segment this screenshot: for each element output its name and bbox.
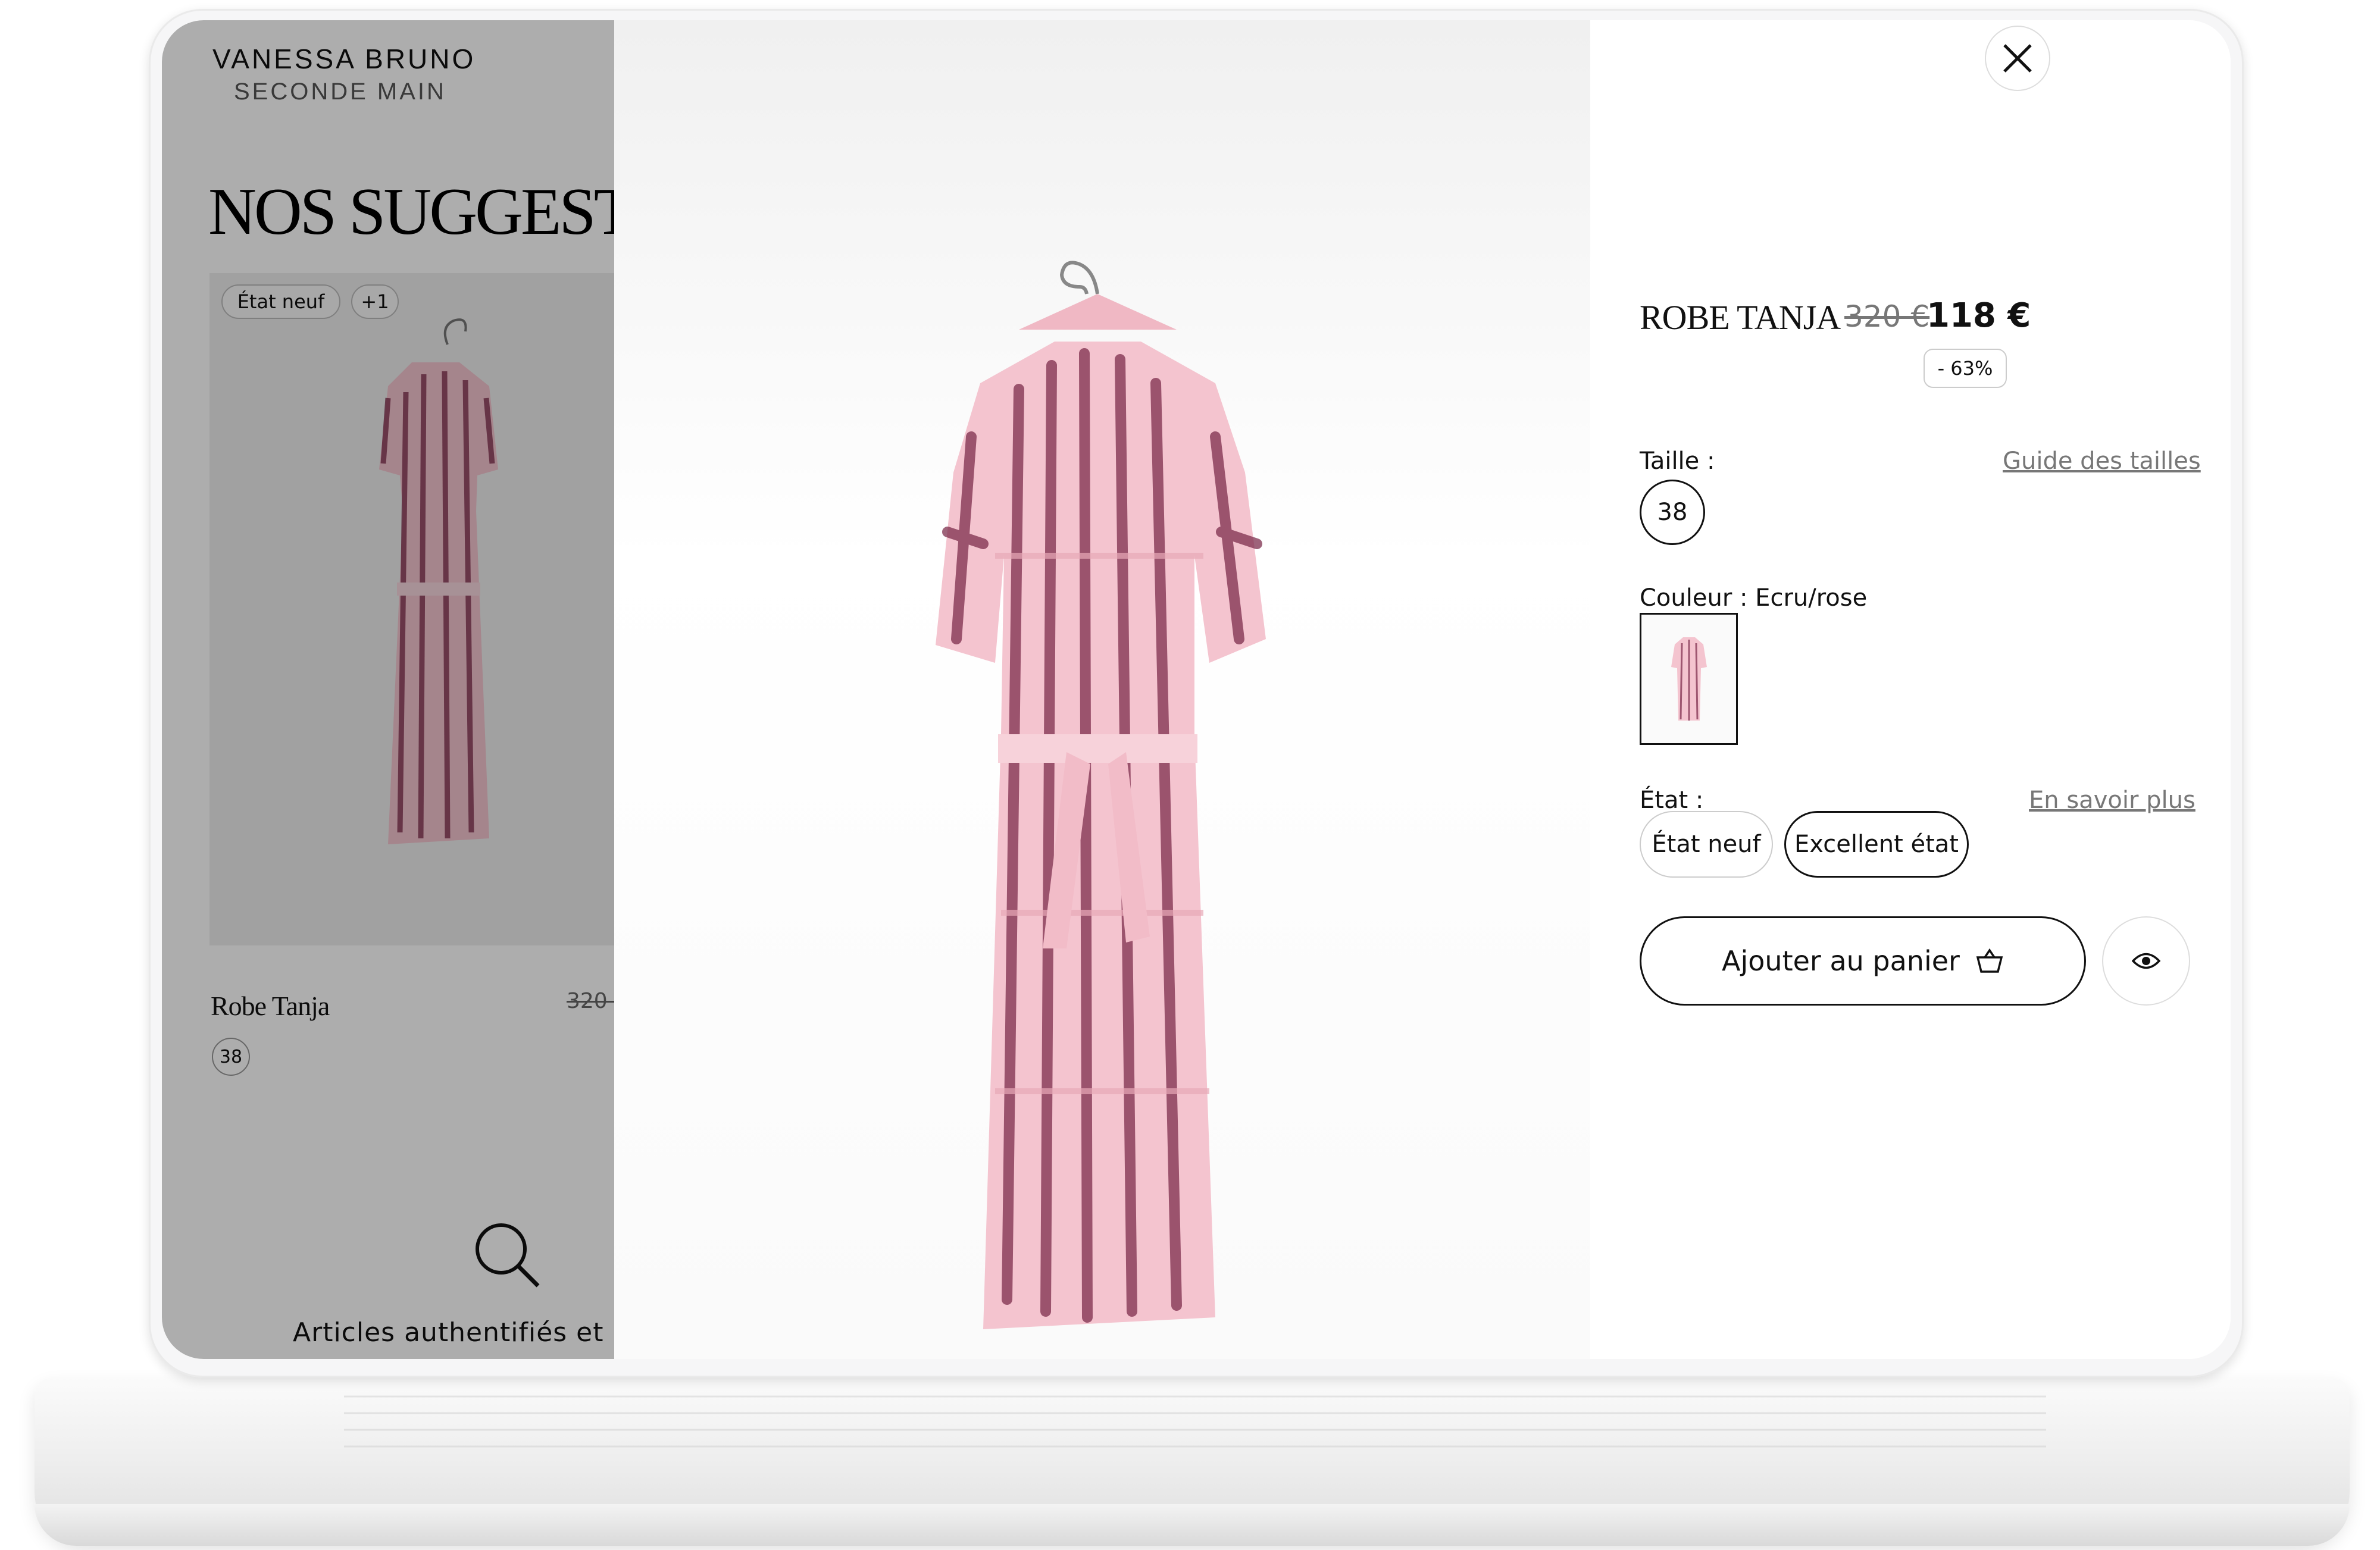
brand-name: VANESSA BRUNO <box>212 43 476 74</box>
basket-icon <box>1976 948 2003 973</box>
color-label: Couleur : Ecru/rose <box>1640 584 1868 612</box>
add-to-cart-button[interactable]: Ajouter au panier <box>1640 916 2086 1006</box>
authenticity-text-line2: Vanessa Bruno <box>430 1354 614 1359</box>
product-image-area <box>614 20 1590 1359</box>
screen: VANESSA BRUNO SECONDE MAIN NOS SUGGESTIO… <box>162 20 2231 1359</box>
badge-more: +1 <box>351 284 399 319</box>
discount-badge: - 63% <box>1924 349 2007 388</box>
suggestions-heading: NOS SUGGESTIONS <box>208 175 614 249</box>
brand-subtitle: SECONDE MAIN <box>234 79 446 105</box>
close-icon <box>2003 44 2032 73</box>
product-old-price: 320 € <box>1844 299 1930 334</box>
condition-label: État : <box>1640 787 1704 814</box>
color-swatch-ecru-rose[interactable] <box>1640 613 1738 745</box>
suggestion-card-name[interactable]: Robe Tanja <box>211 990 330 1022</box>
eye-icon <box>2132 953 2160 969</box>
size-guide-link[interactable]: Guide des tailles <box>2003 447 2201 475</box>
badge-etat-neuf: État neuf <box>221 284 340 319</box>
authenticity-text: Articles authentifiés et nettoyés <box>293 1317 614 1348</box>
add-to-cart-label: Ajouter au panier <box>1722 945 1960 977</box>
suggestion-card-old-price: 320 € <box>567 989 614 1013</box>
condition-option-etat-neuf[interactable]: État neuf <box>1640 811 1773 878</box>
laptop-mockup: VANESSA BRUNO SECONDE MAIN NOS SUGGESTIO… <box>0 0 2380 1550</box>
dress-swatch-thumbnail <box>1671 637 1707 721</box>
keyboard-graphic <box>344 1395 2046 1448</box>
laptop-base <box>35 1377 2350 1546</box>
size-option-38[interactable]: 38 <box>1640 480 1705 545</box>
suggestions-panel: VANESSA BRUNO SECONDE MAIN NOS SUGGESTIO… <box>162 20 614 1359</box>
search-icon <box>476 1223 540 1288</box>
condition-option-excellent-etat[interactable]: Excellent état <box>1784 811 1969 878</box>
preview-button[interactable] <box>2102 916 2190 1006</box>
suggestion-card-size: 38 <box>212 1038 250 1076</box>
brand-logo[interactable]: VANESSA BRUNO SECONDE MAIN <box>212 43 476 105</box>
condition-info-link[interactable]: En savoir plus <box>2029 787 2196 814</box>
size-label: Taille : <box>1640 447 1715 475</box>
dress-thumbnail <box>379 318 498 844</box>
close-button[interactable] <box>1985 26 2050 91</box>
product-title: ROBE TANJA <box>1640 298 1841 337</box>
product-price: 118 € <box>1926 296 2031 335</box>
suggestion-card-image[interactable] <box>209 273 614 945</box>
product-image <box>936 261 1266 1329</box>
